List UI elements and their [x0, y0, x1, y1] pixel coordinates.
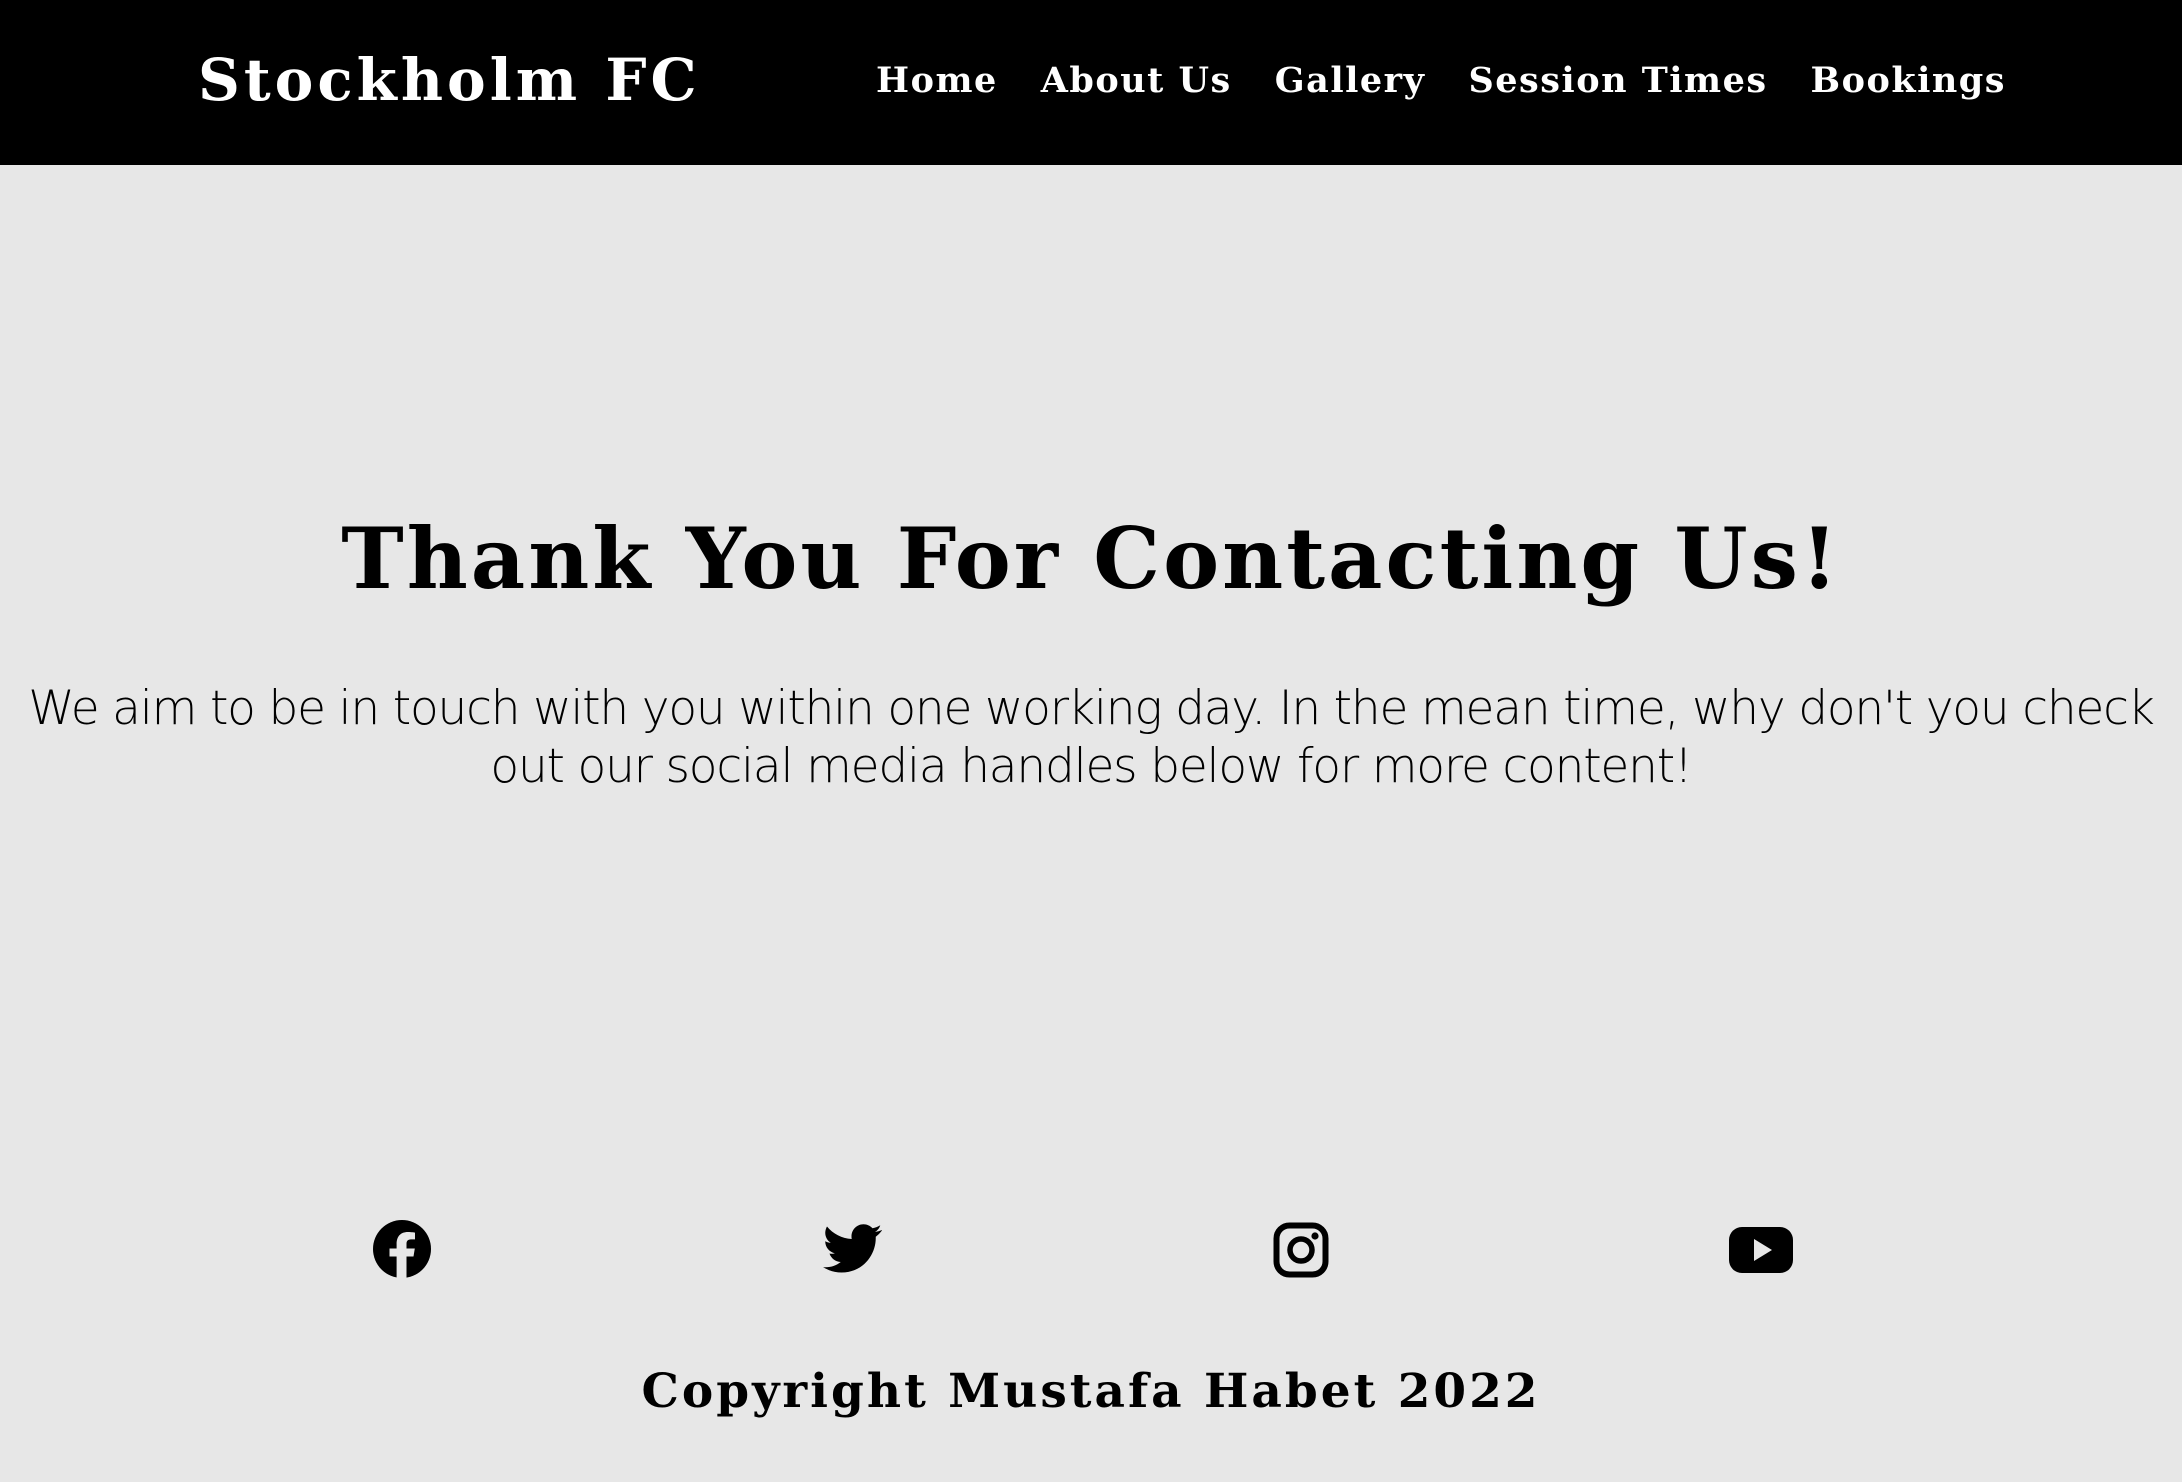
- site-header: Stockholm FC Home About Us Gallery Sessi…: [0, 0, 2182, 165]
- nav-link-home[interactable]: Home: [876, 56, 998, 106]
- youtube-link[interactable]: [1729, 1227, 1793, 1273]
- nav-link-session-times[interactable]: Session Times: [1468, 56, 1767, 106]
- site-brand[interactable]: Stockholm FC: [198, 42, 701, 118]
- youtube-icon: [1729, 1227, 1793, 1273]
- main-nav: Home About Us Gallery Session Times Book…: [876, 56, 2006, 106]
- thank-you-message: We aim to be in touch with you within on…: [28, 681, 2155, 794]
- nav-link-about-us[interactable]: About Us: [1041, 56, 1232, 106]
- nav-link-bookings[interactable]: Bookings: [1811, 56, 2006, 106]
- twitter-link[interactable]: [823, 1224, 883, 1274]
- page-title: Thank You For Contacting Us!: [341, 509, 1841, 608]
- instagram-icon: [1273, 1222, 1329, 1278]
- facebook-icon: [373, 1220, 431, 1278]
- social-links: [0, 1220, 2182, 1284]
- facebook-link[interactable]: [373, 1220, 431, 1278]
- instagram-link[interactable]: [1273, 1222, 1329, 1278]
- nav-link-gallery[interactable]: Gallery: [1275, 56, 1426, 106]
- copyright-text: Copyright Mustafa Habet 2022: [641, 1364, 1541, 1419]
- twitter-icon: [823, 1224, 882, 1273]
